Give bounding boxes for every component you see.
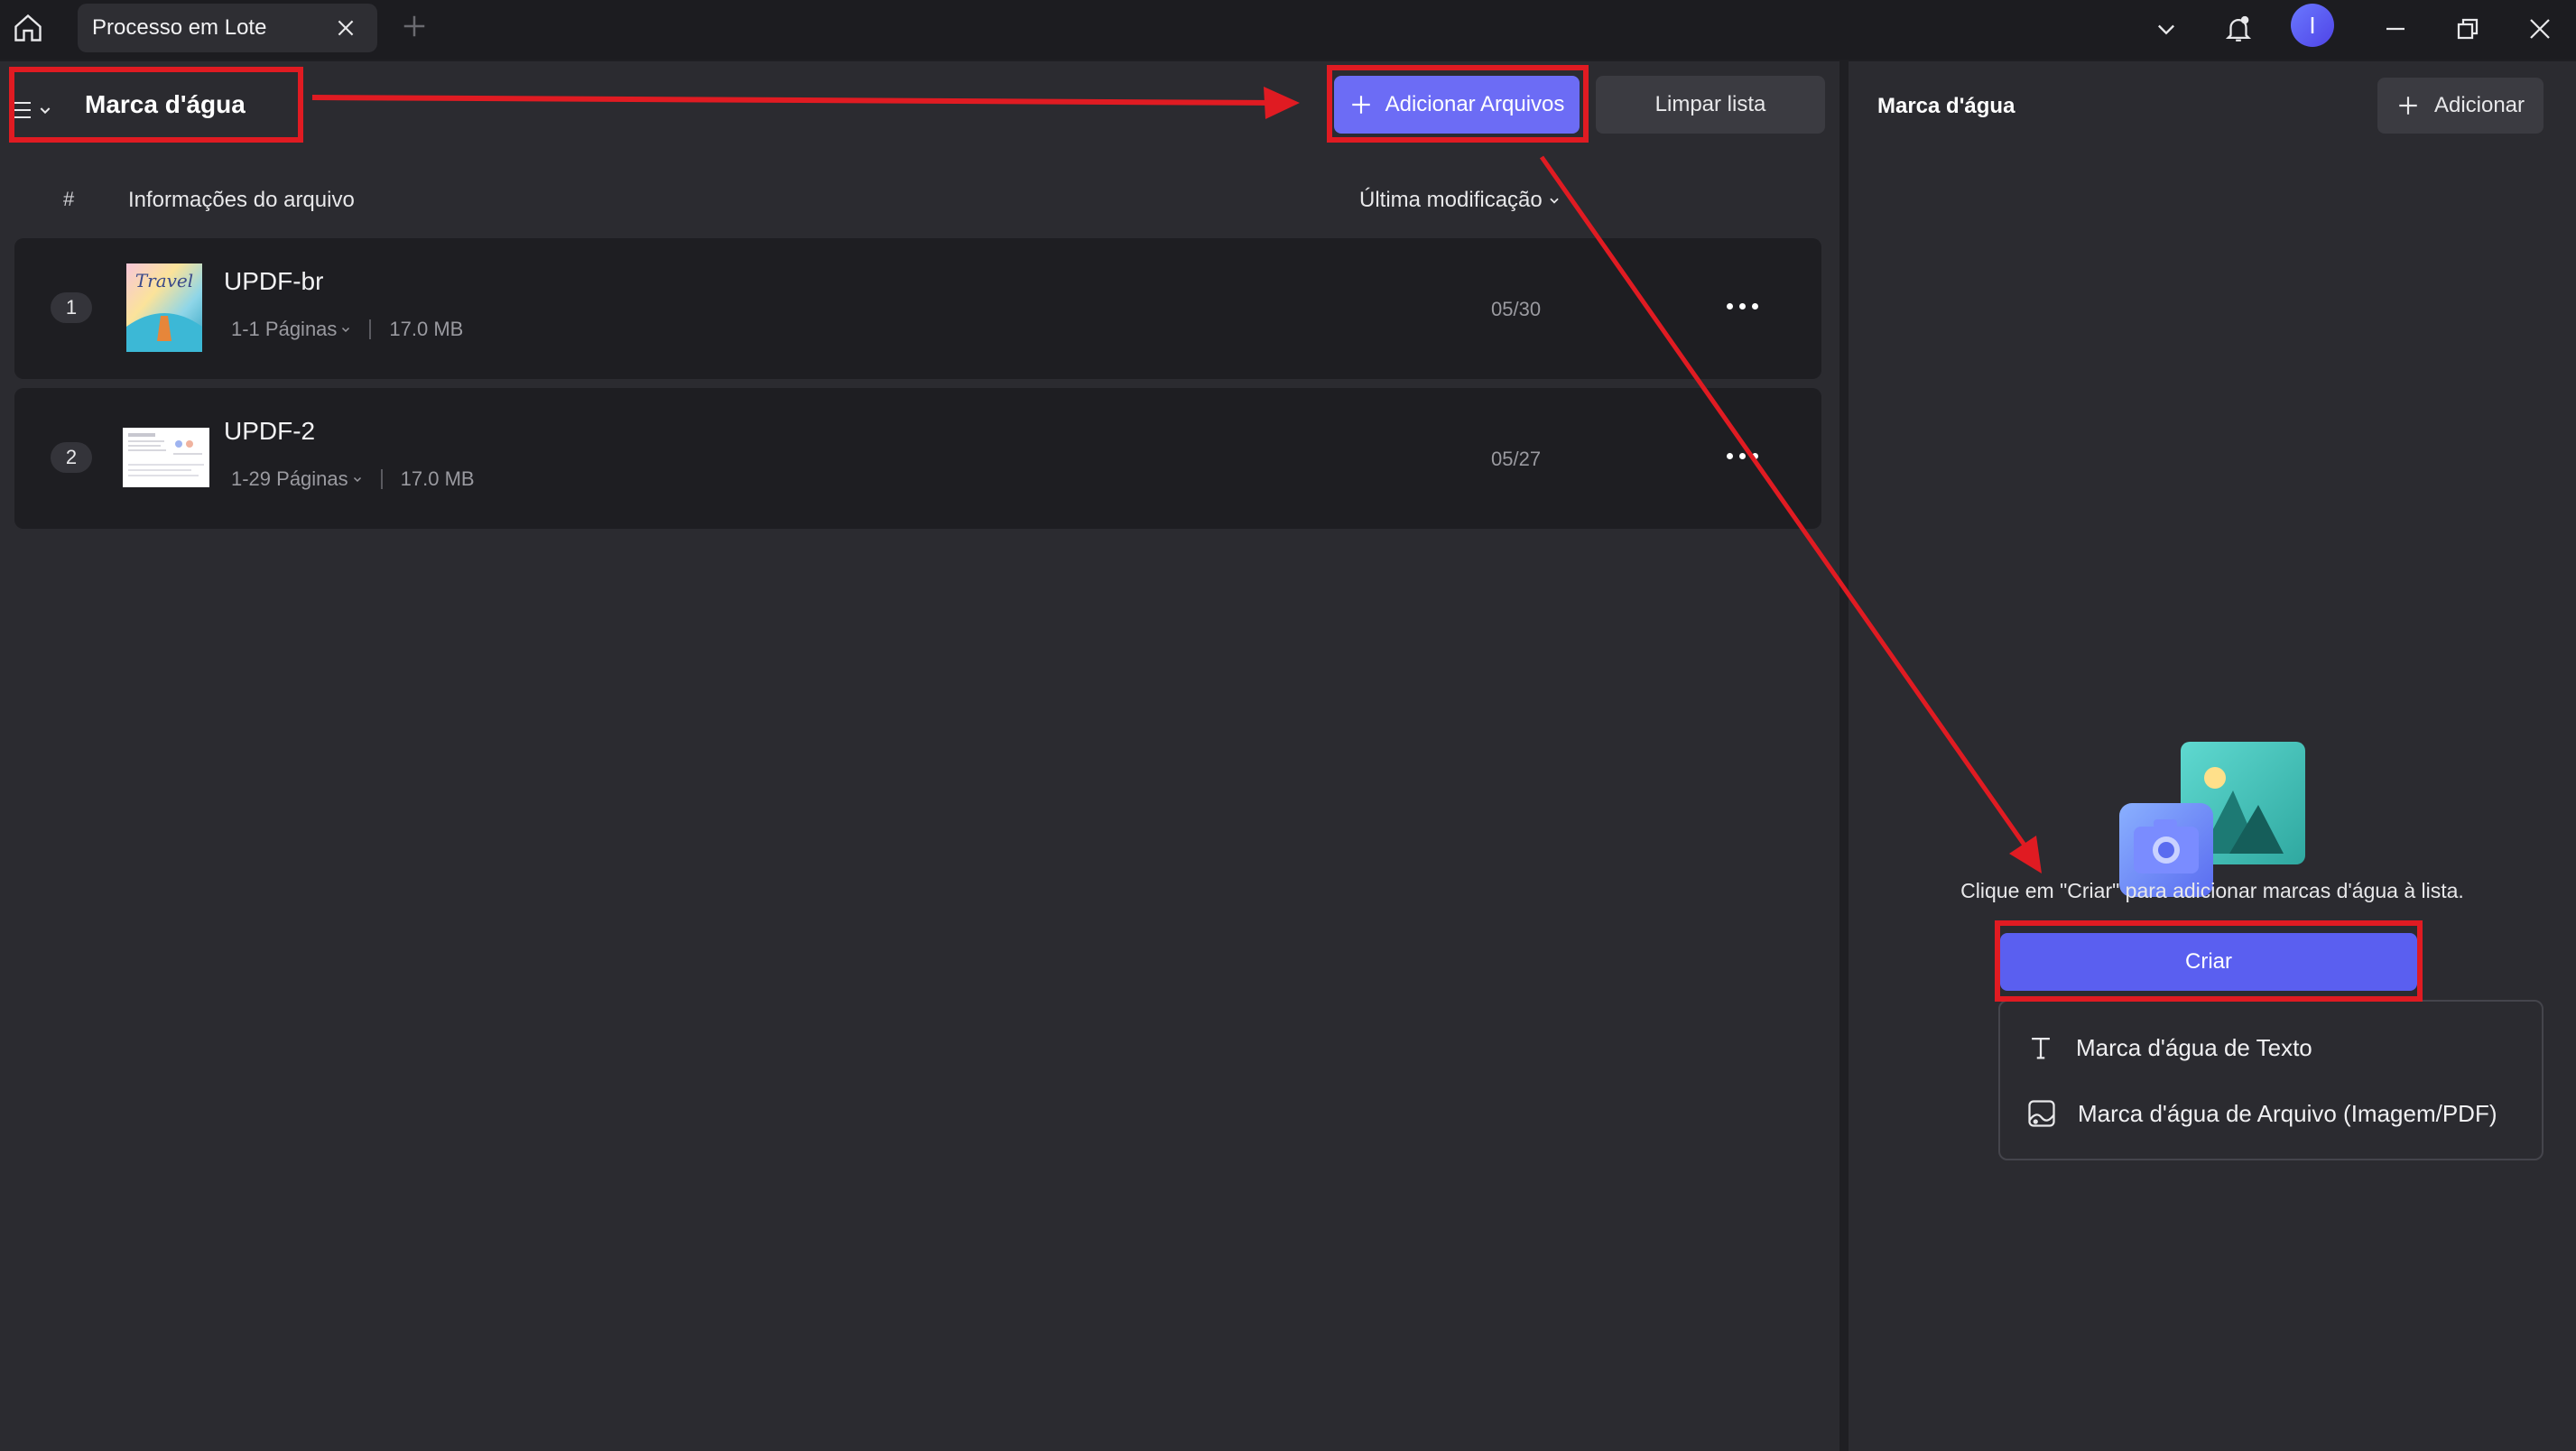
more-dot [1751,302,1758,310]
more-dot [1738,452,1746,459]
column-header-file-info: Informações do arquivo [128,188,355,212]
page-range: 1-1 Páginas [231,318,338,340]
page-range-select[interactable]: 1-29 Páginas [231,467,363,491]
chevron-down-icon [353,476,361,483]
text-icon [2032,1037,2050,1059]
menu-item-file-watermark[interactable]: Marca d'água de Arquivo (Imagem/PDF) [2025,1097,2497,1130]
title-bar: Processo em Lote I [0,0,2576,60]
home-icon [14,14,42,42]
bell-icon [2225,15,2252,42]
annotation-box-create [1995,920,2423,1002]
menu-item-label: Marca d'água de Arquivo (Imagem/PDF) [2078,1099,2497,1127]
table-row[interactable]: 2 UPDF-2 1-29 Páginas 17.0 MB 05/27 [14,388,1821,529]
divider [380,469,383,489]
more-dot [1751,452,1758,459]
file-size: 17.0 MB [389,318,464,340]
annotation-box-title [9,67,303,143]
restore-button[interactable] [2450,11,2486,47]
panel-title: Marca d'água [1877,94,2015,118]
column-header-index: # [63,188,75,210]
menu-item-text-watermark[interactable]: Marca d'água de Texto [2025,1032,2312,1063]
chevron-down-icon [342,327,350,333]
close-icon[interactable] [334,16,357,40]
avatar[interactable]: I [2291,4,2334,47]
close-window-button[interactable] [2522,11,2558,47]
empty-state-hint: Clique em "Criar" para adicionar marcas … [1960,879,2464,902]
file-thumbnail: Travel [126,263,202,352]
minimize-icon [2386,27,2405,31]
chevron-down-icon [1550,198,1559,204]
chevron-down-icon [2158,24,2174,35]
empty-state-illustration [2119,742,2305,897]
table-row[interactable]: 1 Travel UPDF-br 1-1 Páginas 17.0 MB 05/… [14,238,1821,379]
file-size: 17.0 MB [400,467,475,490]
chevron-down-button[interactable] [2148,11,2184,47]
restore-icon [2457,18,2479,40]
file-name: UPDF-2 [224,417,316,445]
row-index: 2 [51,442,92,473]
menu-item-label: Marca d'água de Texto [2076,1033,2312,1061]
add-watermark-button[interactable]: Adicionar [2377,78,2544,134]
plus-icon [2399,97,2417,115]
sort-label: Última modificação [1359,188,1543,212]
more-options-button[interactable] [1717,292,1767,319]
minimize-button[interactable] [2377,11,2414,47]
clear-list-label: Limpar lista [1654,92,1766,116]
thumbnail-text: Travel [135,270,193,291]
watermark-panel: Marca d'água Adicionar Clique em "Criar"… [1849,61,2576,1451]
home-button[interactable] [9,9,47,47]
file-meta: 1-1 Páginas 17.0 MB [231,318,463,341]
image-file-icon [2028,1100,2055,1127]
file-thumbnail [123,428,209,487]
create-menu: Marca d'água de Texto Marca d'água de Ar… [1998,1000,2544,1160]
row-index: 1 [51,292,92,323]
new-tab-icon[interactable] [401,13,428,40]
file-meta: 1-29 Páginas 17.0 MB [231,467,475,491]
file-name: UPDF-br [224,267,324,295]
more-dot [1726,302,1733,310]
tab-batch-process[interactable]: Processo em Lote [78,4,377,52]
file-date: 05/27 [1491,448,1542,470]
tab-label: Processo em Lote [92,15,267,40]
page-range-select[interactable]: 1-1 Páginas [231,318,351,341]
clear-list-button[interactable]: Limpar lista [1596,76,1825,134]
add-watermark-label: Adicionar [2433,93,2525,117]
page-range: 1-29 Páginas [231,467,348,490]
divider [369,319,372,339]
more-options-button[interactable] [1717,442,1767,469]
close-icon [2530,19,2550,39]
more-dot [1726,452,1733,459]
column-header-last-modified[interactable]: Última modificação [1359,188,1561,213]
more-dot [1738,302,1746,310]
notifications-button[interactable] [2220,11,2256,47]
file-list-panel: Marca d'água Adicionar Arquivos Limpar l… [0,61,1839,1451]
annotation-box-add-files [1327,65,1589,143]
file-date: 05/30 [1491,298,1542,320]
